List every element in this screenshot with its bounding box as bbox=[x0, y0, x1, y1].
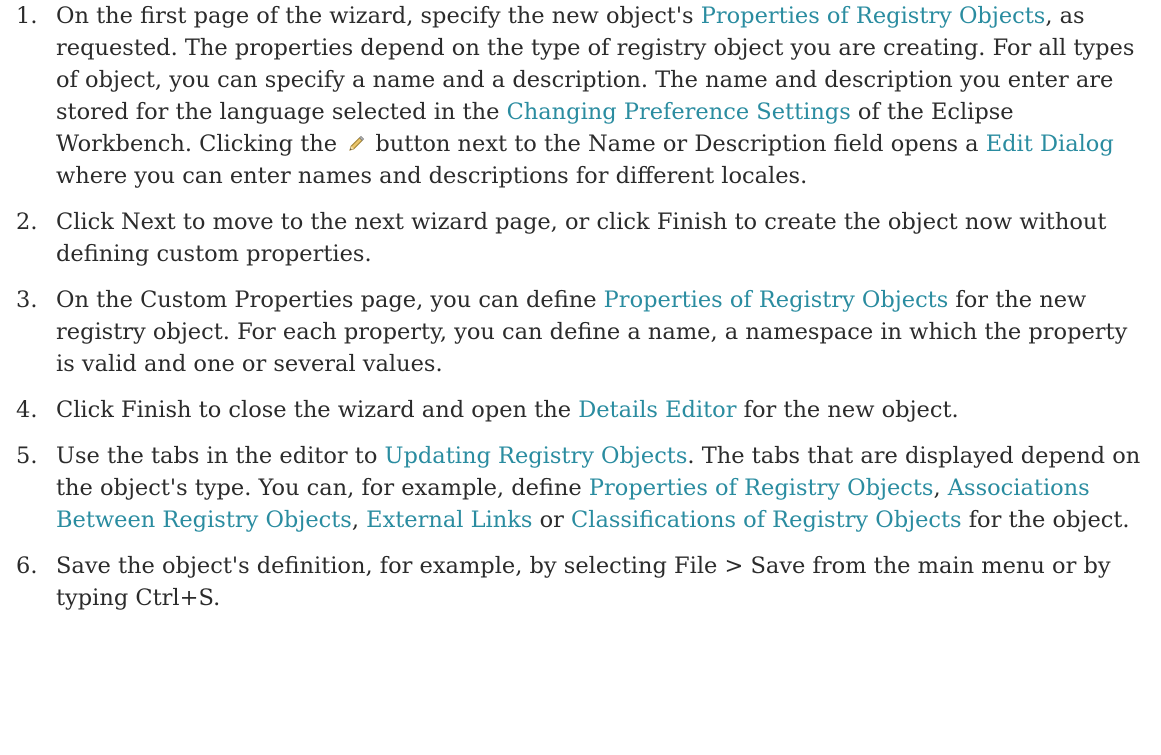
step-text: Click Next to move to the next wizard pa… bbox=[56, 209, 1106, 267]
link-details-editor[interactable]: Details Editor bbox=[578, 397, 736, 423]
step-number: 1. bbox=[16, 3, 38, 29]
step-text-segment: , bbox=[351, 507, 367, 533]
step-6: 6. Save the object's definition, for exam… bbox=[0, 550, 1141, 614]
step-3: 3. On the Custom Properties page, you can… bbox=[0, 284, 1141, 380]
step-number: 4. bbox=[16, 397, 38, 423]
step-text-segment: button next to the Name or Description f… bbox=[368, 131, 986, 157]
step-number: 3. bbox=[16, 287, 38, 313]
link-classifications-of-registry-objects[interactable]: Classifications of Registry Objects bbox=[571, 507, 962, 533]
step-text-segment: or bbox=[532, 507, 572, 533]
step-text-segment: , bbox=[933, 475, 948, 501]
step-text: Save the object's definition, for exampl… bbox=[56, 553, 1111, 611]
step-text: Use the tabs in the editor to Updating R… bbox=[56, 443, 1140, 533]
step-text-segment: for the new object. bbox=[736, 397, 959, 423]
link-external-links[interactable]: External Links bbox=[366, 507, 532, 533]
step-number: 2. bbox=[16, 209, 38, 235]
link-updating-registry-objects[interactable]: Updating Registry Objects bbox=[385, 443, 688, 469]
step-1: 1. On the first page of the wizard, speci… bbox=[0, 0, 1141, 192]
step-text: Click Finish to close the wizard and ope… bbox=[56, 397, 959, 423]
step-text-segment: Click Finish to close the wizard and ope… bbox=[56, 397, 579, 423]
step-number: 5. bbox=[16, 443, 38, 469]
step-text-segment: Use the tabs in the editor to bbox=[56, 443, 385, 469]
procedure-steps-list: 1. On the first page of the wizard, speci… bbox=[0, 0, 1161, 614]
step-text: On the Custom Properties page, you can d… bbox=[56, 287, 1127, 377]
link-properties-of-registry-objects[interactable]: Properties of Registry Objects bbox=[701, 3, 1046, 29]
pencil-icon bbox=[346, 131, 366, 151]
link-edit-dialog[interactable]: Edit Dialog bbox=[986, 131, 1114, 157]
link-properties-of-registry-objects[interactable]: Properties of Registry Objects bbox=[589, 475, 934, 501]
step-text-segment: Click Next to move to the next wizard pa… bbox=[56, 209, 1107, 267]
step-4: 4. Click Finish to close the wizard and o… bbox=[0, 394, 1141, 426]
link-changing-preference-settings[interactable]: Changing Preference Settings bbox=[507, 99, 851, 125]
step-number: 6. bbox=[16, 553, 38, 579]
step-text-segment: Save the object's definition, for exampl… bbox=[56, 553, 1111, 611]
step-text: On the first page of the wizard, specify… bbox=[56, 3, 1134, 189]
step-text-segment: On the first page of the wizard, specify… bbox=[56, 3, 701, 29]
link-properties-of-registry-objects[interactable]: Properties of Registry Objects bbox=[604, 287, 949, 313]
step-text-segment: On the Custom Properties page, you can d… bbox=[56, 287, 604, 313]
step-5: 5. Use the tabs in the editor to Updating… bbox=[0, 440, 1141, 536]
step-text-segment: for the object. bbox=[961, 507, 1130, 533]
step-2: 2. Click Next to move to the next wizard … bbox=[0, 206, 1141, 270]
step-text-segment: where you can enter names and descriptio… bbox=[56, 163, 808, 189]
